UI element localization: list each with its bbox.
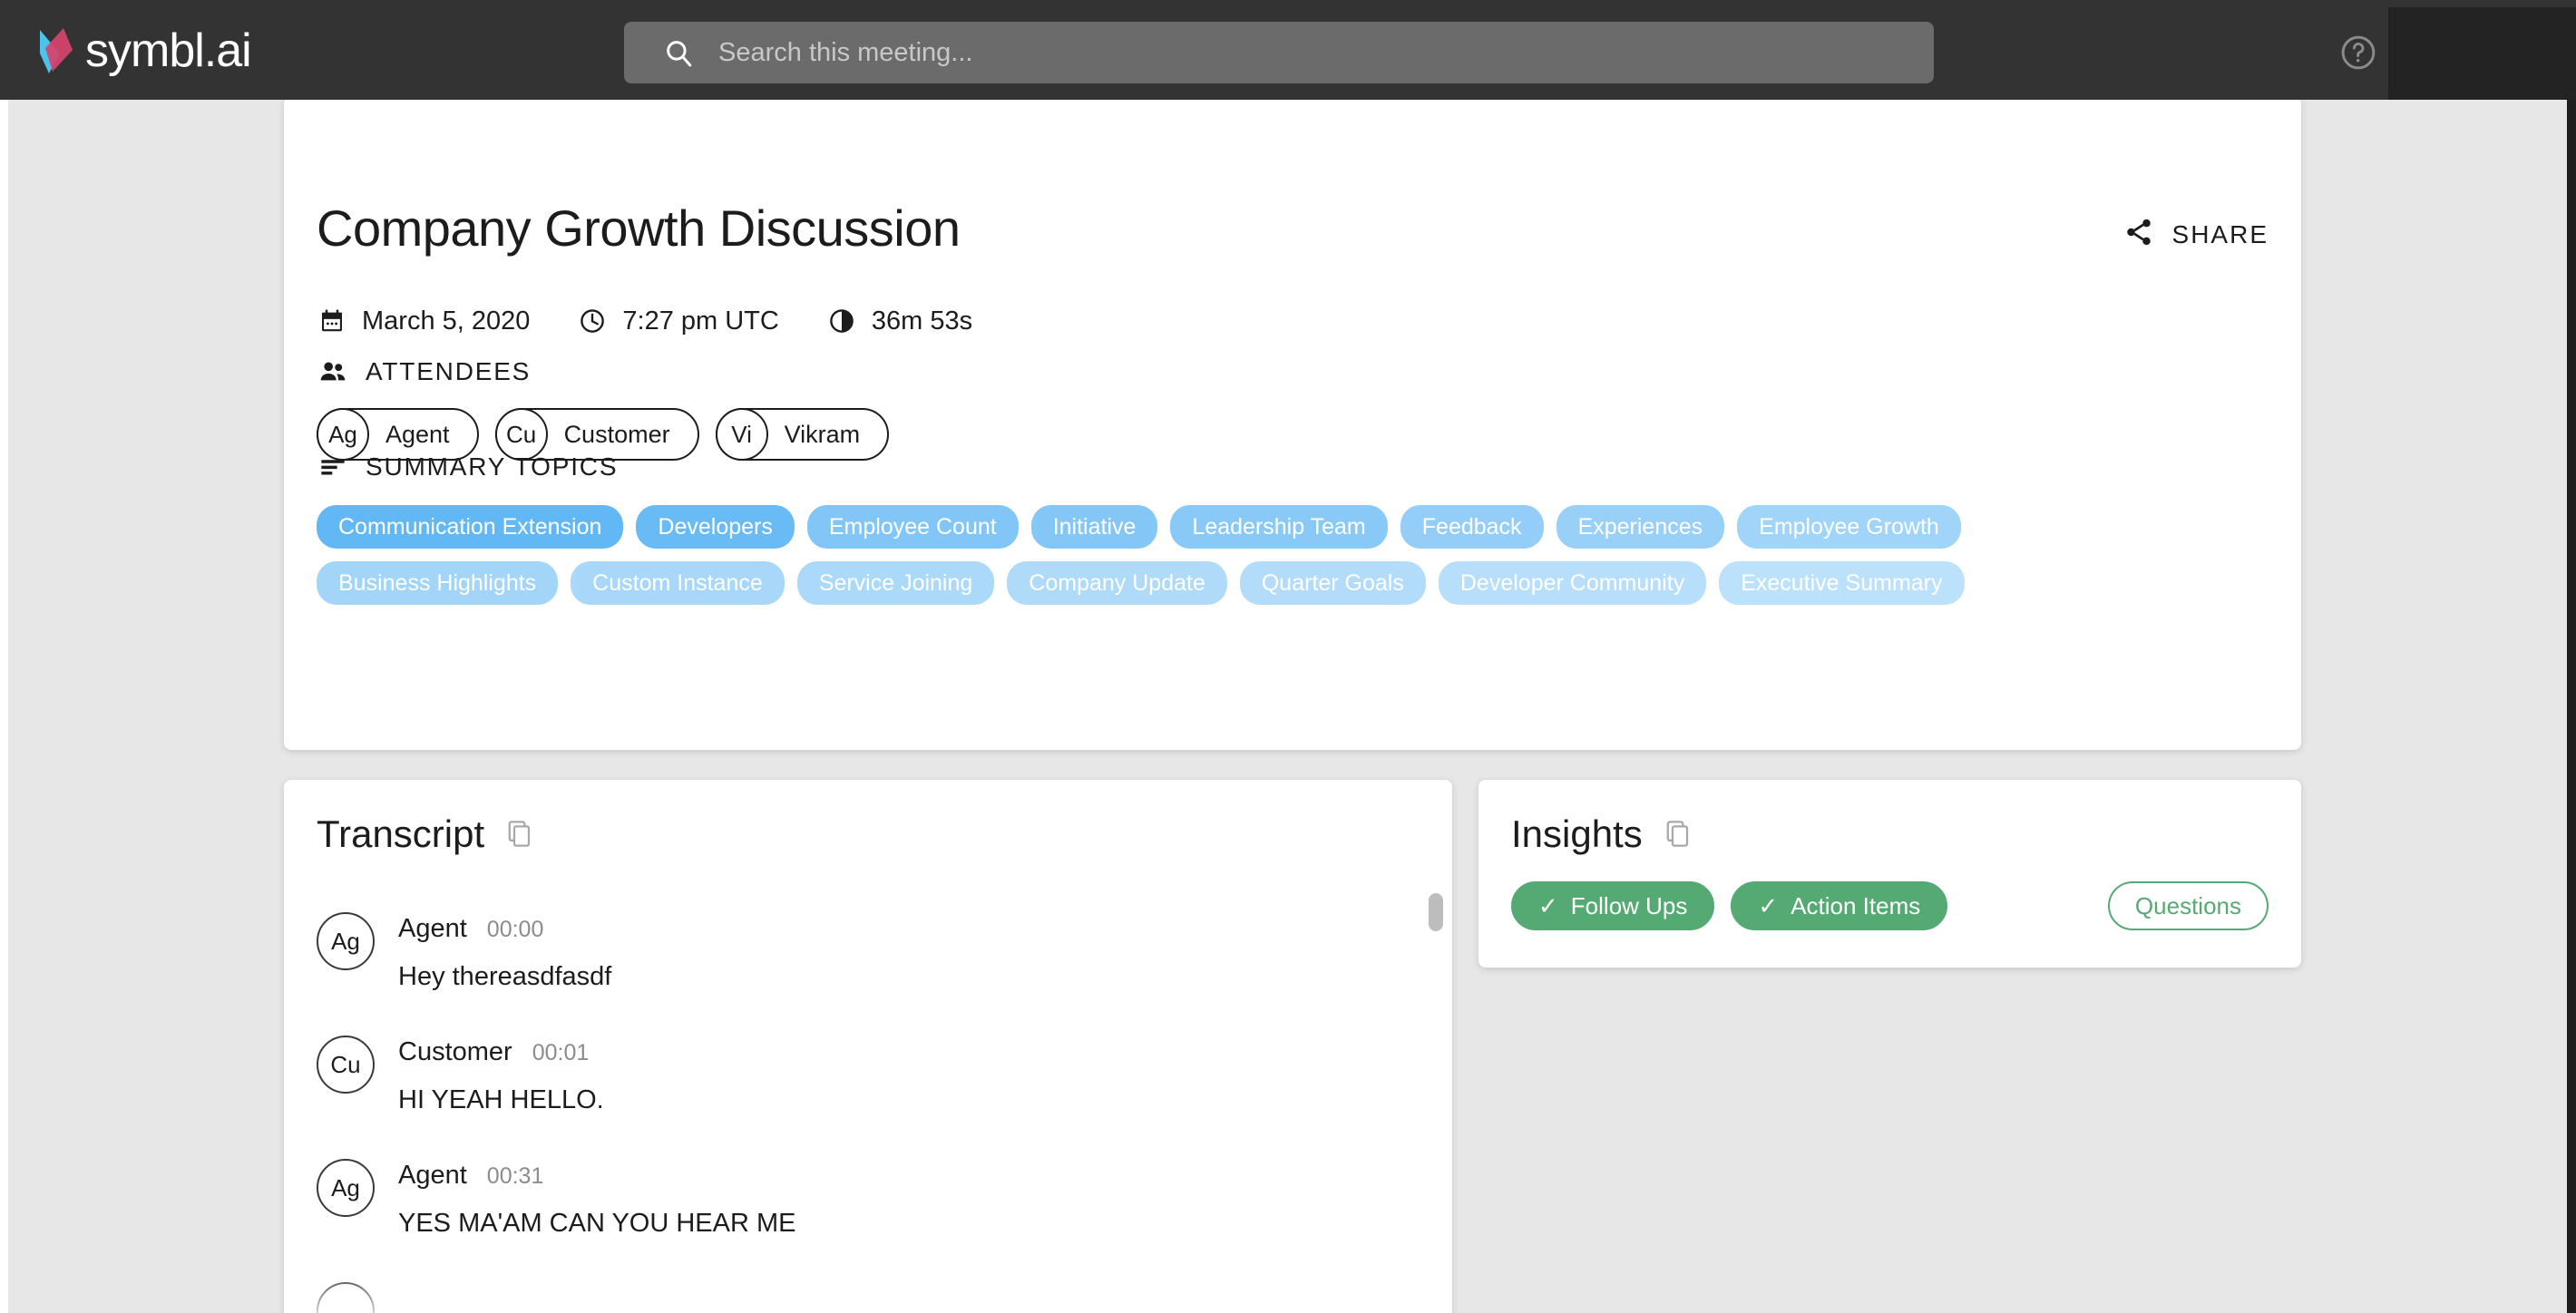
meeting-time: 7:27 pm UTC (577, 306, 778, 336)
attendees-header: ATTENDEES (317, 355, 889, 388)
people-icon (317, 355, 349, 388)
transcript-entry[interactable]: Cu Customer 00:01 HI YEAH HELLO. (317, 1030, 1380, 1115)
filter-action-items[interactable]: ✓ Action Items (1731, 881, 1947, 930)
transcript-speaker: Agent (398, 914, 467, 944)
copy-icon[interactable] (1663, 817, 1693, 851)
top-navigation-inner: symbl.ai (7, 4, 2576, 98)
transcript-text: Hey thereasdfasdf (398, 962, 611, 992)
transcript-title: Transcript (317, 812, 484, 856)
topic-chip[interactable]: Employee Growth (1737, 505, 1961, 549)
topic-chip-list: Communication Extension Developers Employe… (317, 505, 2040, 605)
meeting-meta-row: March 5, 2020 7:27 pm UTC (317, 306, 1020, 336)
search-icon (660, 34, 697, 71)
page-right-edge (2567, 100, 2576, 1313)
avatar: Ag (317, 1159, 375, 1217)
brand-logo[interactable]: symbl.ai (36, 4, 251, 98)
filter-follow-ups[interactable]: ✓ Follow Ups (1511, 881, 1714, 930)
summary-topics-header: SUMMARY TOPICS (317, 451, 2040, 483)
topic-chip[interactable]: Business Highlights (317, 561, 558, 605)
insights-header: Insights (1511, 812, 1693, 856)
filter-label: Questions (2135, 892, 2241, 920)
insights-filter-row: ✓ Follow Ups ✓ Action Items Questions (1511, 881, 2269, 930)
avatar: Cu (317, 1036, 375, 1094)
transcript-entry[interactable]: Ag Agent 00:00 Hey thereasdfasdf (317, 907, 1380, 992)
transcript-entry-body: Customer 00:01 HI YEAH HELLO. (398, 1030, 604, 1115)
transcript-header: Transcript (317, 812, 535, 856)
filter-label: Follow Ups (1571, 892, 1688, 920)
topic-chip[interactable]: Feedback (1400, 505, 1544, 549)
meeting-date-text: March 5, 2020 (362, 306, 530, 336)
transcript-timestamp: 00:01 (532, 1040, 590, 1066)
meeting-time-text: 7:27 pm UTC (622, 306, 778, 336)
transcript-timestamp: 00:00 (487, 917, 544, 943)
topic-chip[interactable]: Developer Community (1439, 561, 1706, 605)
attendees-section: ATTENDEES Ag Agent Cu Customer Vi Vikram (317, 355, 889, 461)
search-input[interactable] (697, 38, 1934, 68)
page-body: Company Growth Discussion SHARE (0, 100, 2576, 1313)
filter-questions[interactable]: Questions (2108, 881, 2269, 930)
transcript-speaker: Agent (398, 1161, 467, 1191)
clock-icon (577, 306, 608, 336)
avatar (317, 1282, 375, 1313)
topic-chip[interactable]: Communication Extension (317, 505, 623, 549)
avatar: Ag (317, 912, 375, 970)
attendee-name: Agent (369, 421, 450, 449)
search-bar[interactable] (624, 22, 1934, 83)
insights-title: Insights (1511, 812, 1643, 856)
meeting-duration: 36m 53s (826, 306, 972, 336)
share-label: SHARE (2172, 220, 2269, 249)
transcript-scroll-area[interactable]: Ag Agent 00:00 Hey thereasdfasdf Cu Customer 0… (284, 893, 1452, 1313)
insights-card: Insights ✓ Follow Ups ✓ Action Items Que… (1478, 780, 2301, 968)
summary-topics-label: SUMMARY TOPICS (366, 452, 618, 481)
share-button[interactable]: SHARE (2123, 217, 2269, 252)
topic-chip[interactable]: Initiative (1031, 505, 1158, 549)
transcript-timestamp: 00:31 (487, 1163, 544, 1190)
page-title: Company Growth Discussion (317, 199, 961, 258)
transcript-card: Transcript Ag Agent 00:00 Hey thereasdfasdf… (284, 780, 1452, 1313)
topic-chip[interactable]: Experiences (1556, 505, 1725, 549)
topic-chip[interactable]: Service Joining (797, 561, 995, 605)
transcript-entry-body: Agent 00:00 Hey thereasdfasdf (398, 907, 611, 992)
topic-chip[interactable]: Employee Count (807, 505, 1019, 549)
meeting-header-card: Company Growth Discussion SHARE (284, 100, 2301, 750)
transcript-scrollbar[interactable] (1429, 893, 1443, 1313)
attendee-name: Customer (548, 421, 670, 449)
page-left-edge (0, 100, 8, 1313)
check-icon: ✓ (1538, 894, 1558, 918)
filter-label: Action Items (1791, 892, 1920, 920)
topic-chip[interactable]: Leadership Team (1170, 505, 1387, 549)
transcript-entry-partial[interactable] (317, 1277, 1380, 1313)
transcript-text: HI YEAH HELLO. (398, 1085, 604, 1115)
attendees-label: ATTENDEES (366, 357, 531, 386)
topic-chip[interactable]: Executive Summary (1719, 561, 1964, 605)
topic-chip[interactable]: Company Update (1007, 561, 1227, 605)
brand-name: symbl.ai (85, 27, 251, 74)
meeting-date: March 5, 2020 (317, 306, 530, 336)
topic-chip[interactable]: Quarter Goals (1240, 561, 1426, 605)
summary-topics-section: SUMMARY TOPICS Communication Extension De… (317, 451, 2040, 605)
duration-icon (826, 306, 857, 336)
top-navigation-bar: symbl.ai (0, 0, 2576, 100)
transcript-entry[interactable]: Ag Agent 00:31 YES MA'AM CAN YOU HEAR ME (317, 1153, 1380, 1239)
topic-chip[interactable]: Custom Instance (571, 561, 785, 605)
transcript-entry-meta: Agent 00:00 (398, 914, 611, 944)
meeting-duration-text: 36m 53s (872, 306, 972, 336)
copy-icon[interactable] (504, 817, 535, 851)
transcript-entry-body: Agent 00:31 YES MA'AM CAN YOU HEAR ME (398, 1153, 795, 1239)
check-icon: ✓ (1758, 894, 1778, 918)
transcript-entry-meta: Customer 00:01 (398, 1037, 604, 1067)
transcript-scrollbar-thumb[interactable] (1429, 893, 1443, 931)
help-circle-icon[interactable] (2338, 33, 2378, 73)
list-lines-icon (317, 451, 349, 483)
transcript-text: YES MA'AM CAN YOU HEAR ME (398, 1209, 795, 1239)
attendee-name: Vikram (768, 421, 861, 449)
calendar-icon (317, 306, 347, 336)
topbar-right-area (2388, 7, 2576, 102)
share-icon (2123, 217, 2154, 252)
transcript-entry-list: Ag Agent 00:00 Hey thereasdfasdf Cu Customer 0… (284, 893, 1452, 1313)
topic-chip[interactable]: Developers (636, 505, 794, 549)
transcript-speaker: Customer (398, 1037, 512, 1067)
transcript-entry-meta: Agent 00:31 (398, 1161, 795, 1191)
symbl-logo-icon (36, 26, 78, 75)
